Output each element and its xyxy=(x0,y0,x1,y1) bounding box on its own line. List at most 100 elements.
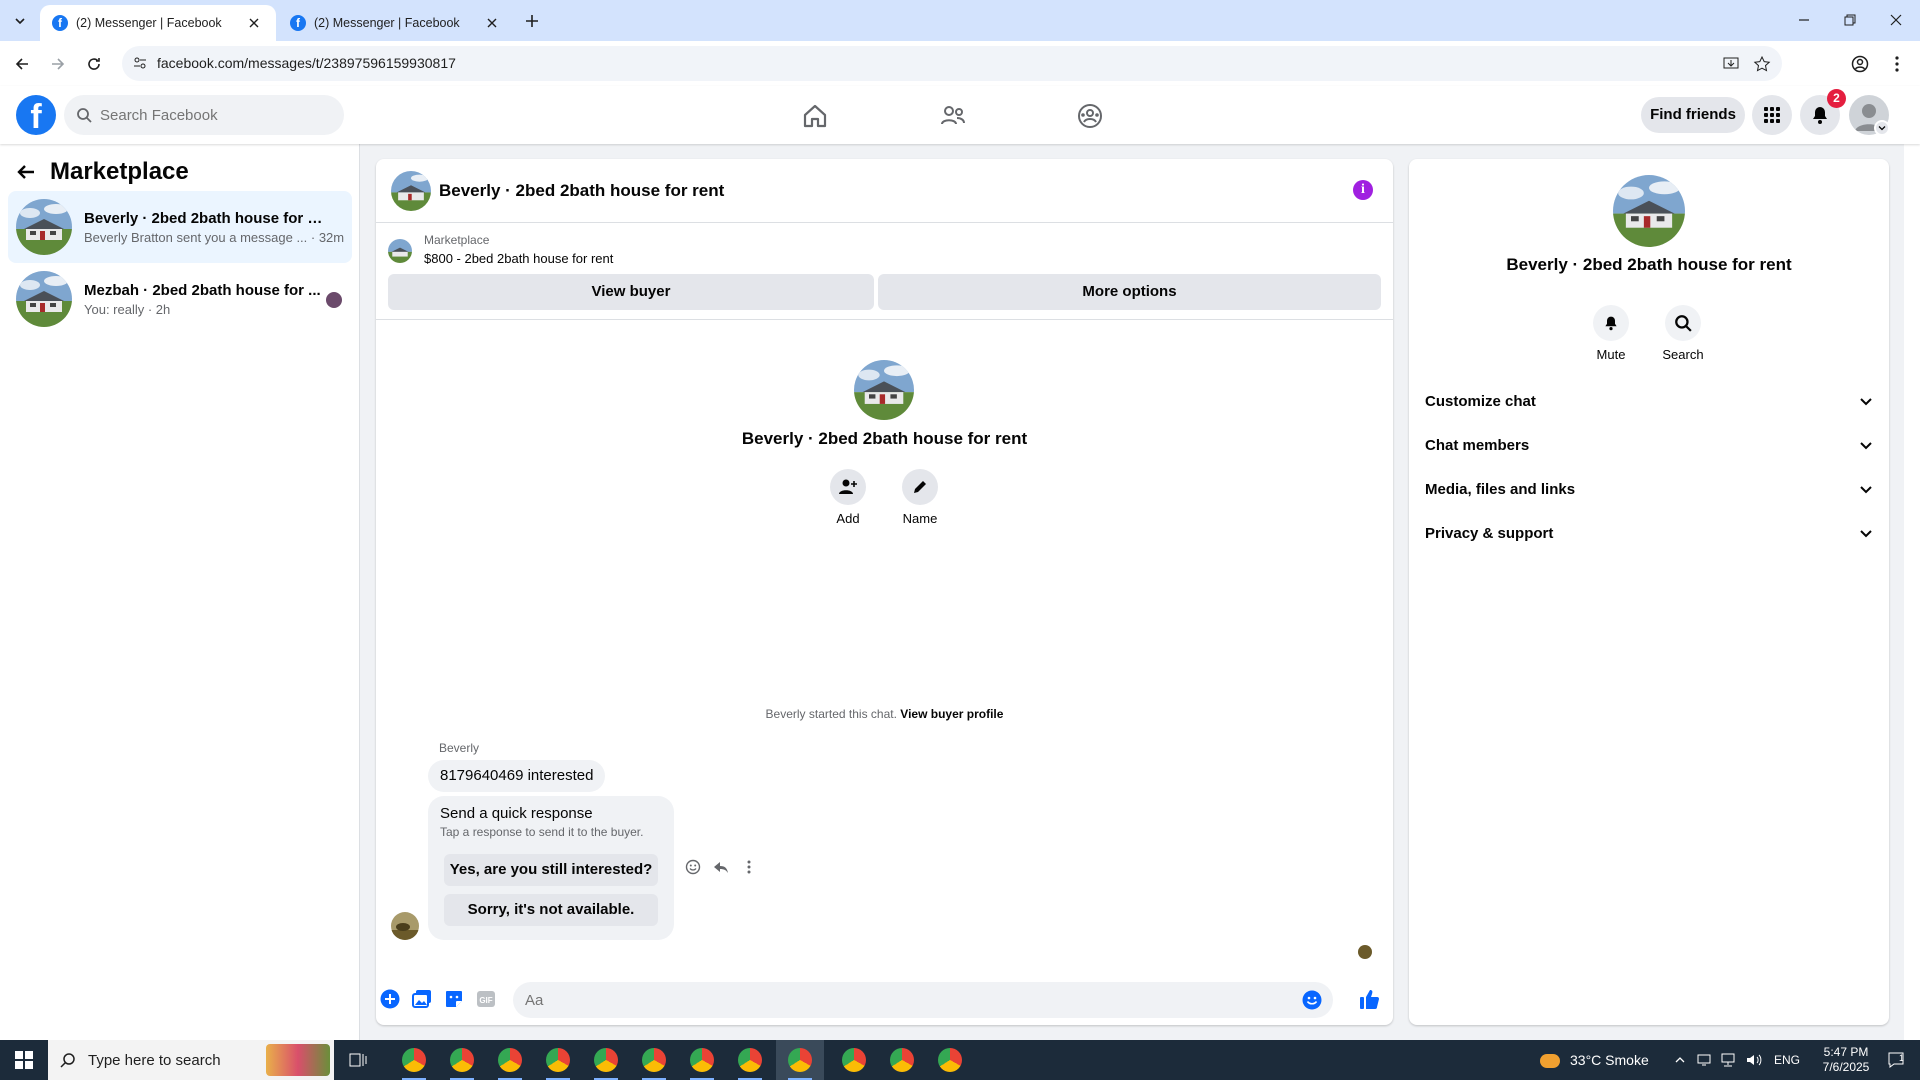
site-settings-icon[interactable] xyxy=(133,56,147,70)
display-icon[interactable] xyxy=(1696,1040,1712,1080)
add-person-icon xyxy=(830,469,866,505)
new-tab-icon[interactable] xyxy=(520,9,544,33)
profile-icon[interactable] xyxy=(1845,49,1875,79)
conversation-item[interactable]: Beverly · 2bed 2bath house for rent Beve… xyxy=(8,191,352,263)
close-tab-icon[interactable] xyxy=(244,13,264,33)
chrome-taskbar-icon[interactable] xyxy=(534,1040,582,1080)
chrome-taskbar-icon[interactable] xyxy=(390,1040,438,1080)
info-icon[interactable]: i xyxy=(1353,180,1373,200)
thumbs-up-icon[interactable] xyxy=(1358,987,1382,1011)
chrome-taskbar-icon-active[interactable] xyxy=(776,1040,824,1080)
account-chevron-icon[interactable] xyxy=(1874,120,1890,136)
marketplace-label: Marketplace xyxy=(424,233,490,247)
chrome-taskbar-icon[interactable] xyxy=(878,1040,926,1080)
quick-response-subtitle: Tap a response to send it to the buyer. xyxy=(440,825,644,839)
svg-text:GIF: GIF xyxy=(479,996,492,1005)
chevron-down-icon xyxy=(1859,438,1873,452)
sender-name: Beverly xyxy=(439,741,480,755)
bookmark-star-icon[interactable] xyxy=(1753,55,1771,73)
forward-icon[interactable] xyxy=(43,49,73,79)
find-friends-button[interactable]: Find friends xyxy=(1641,97,1745,133)
quick-reply-button[interactable]: Yes, are you still interested? xyxy=(444,854,658,886)
chrome-taskbar-icon[interactable] xyxy=(678,1040,726,1080)
browser-tab[interactable]: f (2) Messenger | Facebook xyxy=(278,5,514,41)
chat-avatar[interactable] xyxy=(391,170,431,211)
chrome-taskbar-icon[interactable] xyxy=(486,1040,534,1080)
search-in-chat-button[interactable]: Search xyxy=(1653,305,1713,362)
clock[interactable]: 5:47 PM 7/6/2025 xyxy=(1806,1040,1886,1080)
more-actions-icon[interactable] xyxy=(738,856,760,878)
install-app-icon[interactable] xyxy=(1722,55,1740,73)
chevron-down-icon xyxy=(1859,526,1873,540)
sticker-icon[interactable] xyxy=(443,988,465,1010)
taskbar-search[interactable]: Type here to search xyxy=(48,1040,334,1080)
reload-icon[interactable] xyxy=(79,49,109,79)
section-label: Customize chat xyxy=(1425,392,1536,410)
page-scrollbar[interactable] xyxy=(1904,86,1920,1040)
facebook-logo-icon[interactable]: f xyxy=(16,95,56,135)
add-people-button[interactable]: Add xyxy=(818,469,878,526)
groups-nav-icon[interactable] xyxy=(1035,94,1145,138)
chrome-taskbar-icon[interactable] xyxy=(726,1040,774,1080)
back-icon[interactable] xyxy=(7,49,37,79)
section-label: Media, files and links xyxy=(1425,480,1576,498)
emoji-icon[interactable] xyxy=(1301,989,1323,1011)
restore-icon[interactable] xyxy=(1827,0,1873,40)
back-arrow-icon[interactable] xyxy=(16,162,36,182)
search-input[interactable] xyxy=(100,106,320,124)
chrome-taskbar-icon[interactable] xyxy=(582,1040,630,1080)
tray-chevron-icon[interactable] xyxy=(1672,1040,1688,1080)
conversation-name: Mezbah · 2bed 2bath house for ... xyxy=(84,281,321,299)
conversation-list-panel: Marketplace Beverly · 2bed 2bath house f… xyxy=(0,144,360,1040)
browser-menu-icon[interactable] xyxy=(1882,49,1912,79)
listing-title[interactable]: $800 - 2bed 2bath house for rent xyxy=(424,251,613,266)
chat-title[interactable]: Beverly · 2bed 2bath house for rent xyxy=(439,181,724,201)
volume-icon[interactable] xyxy=(1744,1040,1764,1080)
view-buyer-profile-link[interactable]: View buyer profile xyxy=(900,707,1003,721)
chrome-taskbar-icon[interactable] xyxy=(926,1040,974,1080)
clock-time: 5:47 PM xyxy=(1823,1045,1869,1059)
sender-avatar[interactable] xyxy=(391,912,419,940)
customize-chat-section[interactable]: Customize chat xyxy=(1425,381,1873,421)
house-listing-thumbnail xyxy=(16,271,72,327)
privacy-support-section[interactable]: Privacy & support xyxy=(1425,513,1873,553)
pencil-icon xyxy=(902,469,938,505)
close-window-icon[interactable] xyxy=(1873,0,1919,40)
gif-icon[interactable]: GIF xyxy=(475,988,497,1010)
message-input[interactable] xyxy=(525,991,1285,1009)
facebook-search[interactable] xyxy=(64,95,344,135)
network-icon[interactable] xyxy=(1718,1040,1738,1080)
quick-reply-button[interactable]: Sorry, it's not available. xyxy=(444,894,658,926)
chat-members-section[interactable]: Chat members xyxy=(1425,425,1873,465)
minimize-icon[interactable] xyxy=(1781,0,1827,40)
home-nav-icon[interactable] xyxy=(760,94,870,138)
photo-attach-icon[interactable] xyxy=(411,988,433,1010)
browser-tab-active[interactable]: f (2) Messenger | Facebook xyxy=(40,5,276,41)
task-view-icon[interactable] xyxy=(334,1040,382,1080)
weather-widget[interactable]: 33°C Smoke xyxy=(1540,1040,1649,1080)
reply-icon[interactable] xyxy=(710,856,732,878)
url-text: facebook.com/messages/t/2389759615993081… xyxy=(157,55,456,71)
chrome-taskbar-icon[interactable] xyxy=(630,1040,678,1080)
more-options-button[interactable]: More options xyxy=(878,274,1381,310)
media-files-links-section[interactable]: Media, files and links xyxy=(1425,469,1873,509)
close-tab-icon[interactable] xyxy=(482,13,502,33)
tab-search-chevron-icon[interactable] xyxy=(8,9,32,33)
friends-nav-icon[interactable] xyxy=(898,94,1008,138)
conversation-item[interactable]: Mezbah · 2bed 2bath house for ... You: r… xyxy=(8,263,352,335)
chat-details-panel: Beverly · 2bed 2bath house for rent Mute… xyxy=(1409,159,1889,1025)
chrome-taskbar-icon[interactable] xyxy=(830,1040,878,1080)
language-indicator[interactable]: ENG xyxy=(1774,1040,1800,1080)
chrome-taskbar-icon[interactable] xyxy=(438,1040,486,1080)
mute-button[interactable]: Mute xyxy=(1581,305,1641,362)
name-chat-button[interactable]: Name xyxy=(890,469,950,526)
address-bar[interactable]: facebook.com/messages/t/2389759615993081… xyxy=(122,46,1782,81)
react-emoji-icon[interactable] xyxy=(682,856,704,878)
add-plus-icon[interactable] xyxy=(379,988,401,1010)
view-buyer-button[interactable]: View buyer xyxy=(388,274,874,310)
action-center-icon[interactable]: 1 xyxy=(1880,1040,1912,1080)
name-label: Name xyxy=(902,511,938,526)
message-bubble[interactable]: 8179640469 interested xyxy=(428,760,606,792)
windows-start-icon[interactable] xyxy=(0,1040,48,1080)
menu-grid-icon[interactable] xyxy=(1752,95,1792,135)
